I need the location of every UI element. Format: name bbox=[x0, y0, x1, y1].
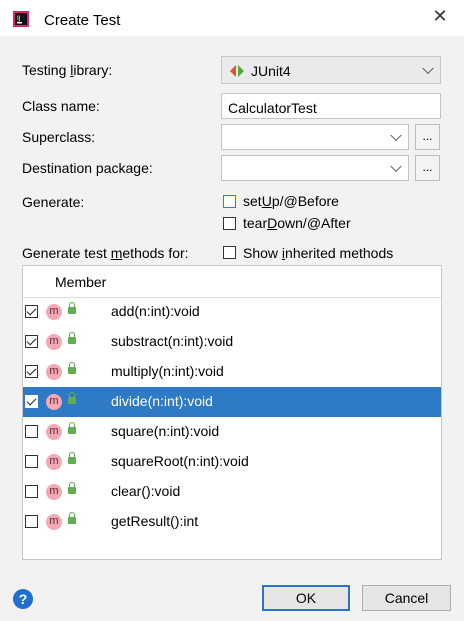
member-checkbox[interactable] bbox=[25, 335, 38, 348]
table-row[interactable]: m clear():void bbox=[23, 477, 441, 507]
method-icon: m bbox=[46, 514, 62, 530]
show-inherited-checkbox[interactable] bbox=[223, 246, 236, 259]
method-icon: m bbox=[46, 424, 62, 440]
destination-package-label: Destination package: bbox=[22, 160, 153, 176]
generate-label: Generate: bbox=[22, 194, 85, 210]
public-lock-icon bbox=[68, 362, 76, 374]
cancel-button[interactable]: Cancel bbox=[362, 585, 451, 611]
public-lock-icon bbox=[68, 452, 76, 464]
public-lock-icon bbox=[68, 302, 76, 314]
teardown-checkbox[interactable] bbox=[223, 217, 236, 230]
member-checkbox[interactable] bbox=[25, 395, 38, 408]
method-icon: m bbox=[46, 454, 62, 470]
member-name: multiply(n:int):void bbox=[111, 363, 224, 379]
superclass-combo[interactable] bbox=[221, 124, 409, 150]
method-icon: m bbox=[46, 304, 62, 320]
generate-methods-label: Generate test methods for: bbox=[22, 245, 189, 261]
member-name: squareRoot(n:int):void bbox=[111, 453, 249, 469]
intellij-app-icon: IJ bbox=[13, 11, 29, 27]
chevron-down-icon bbox=[390, 160, 402, 173]
member-name: divide(n:int):void bbox=[111, 393, 213, 409]
public-lock-icon bbox=[68, 422, 76, 434]
close-icon[interactable]: ✕ bbox=[427, 4, 453, 28]
table-row[interactable]: m multiply(n:int):void bbox=[23, 357, 441, 387]
method-icon: m bbox=[46, 484, 62, 500]
member-name: square(n:int):void bbox=[111, 423, 220, 439]
members-table[interactable]: Member m add(n:int):void m substract(n:int)… bbox=[22, 265, 442, 560]
public-lock-icon bbox=[68, 392, 76, 404]
table-row[interactable]: m square(n:int):void bbox=[23, 417, 441, 447]
table-row[interactable]: m substract(n:int):void bbox=[23, 327, 441, 357]
member-checkbox[interactable] bbox=[25, 425, 38, 438]
method-icon: m bbox=[46, 394, 62, 410]
chevron-down-icon bbox=[422, 62, 434, 75]
setup-checkbox[interactable] bbox=[223, 195, 236, 208]
member-name: getResult():int bbox=[111, 513, 199, 529]
class-name-field[interactable]: CalculatorTest bbox=[221, 93, 441, 119]
destination-package-combo[interactable] bbox=[221, 155, 409, 181]
member-column-header[interactable]: Member bbox=[55, 274, 106, 290]
help-icon[interactable]: ? bbox=[13, 589, 33, 609]
public-lock-icon bbox=[68, 332, 76, 344]
member-checkbox[interactable] bbox=[25, 455, 38, 468]
show-inherited-label: Show inherited methods bbox=[243, 245, 394, 261]
member-name: substract(n:int):void bbox=[111, 333, 234, 349]
dialog-title: Create Test bbox=[44, 12, 121, 29]
class-name-label: Class name: bbox=[22, 98, 100, 114]
public-lock-icon bbox=[68, 482, 76, 494]
table-row[interactable]: m getResult():int bbox=[23, 507, 441, 537]
testing-library-label: Testing library: bbox=[22, 62, 113, 78]
member-checkbox[interactable] bbox=[25, 305, 38, 318]
superclass-label: Superclass: bbox=[22, 129, 96, 145]
testing-library-value: JUnit4 bbox=[251, 63, 291, 79]
member-checkbox[interactable] bbox=[25, 365, 38, 378]
testing-library-combo[interactable]: JUnit4 bbox=[221, 56, 441, 84]
member-name: add(n:int):void bbox=[111, 303, 200, 319]
table-row[interactable]: m squareRoot(n:int):void bbox=[23, 447, 441, 477]
svg-text:IJ: IJ bbox=[17, 15, 21, 22]
junit-icon bbox=[230, 65, 244, 77]
ok-button[interactable]: OK bbox=[262, 585, 350, 611]
superclass-browse-button[interactable]: ... bbox=[415, 124, 440, 150]
table-row[interactable]: m divide(n:int):void bbox=[23, 387, 441, 417]
member-checkbox[interactable] bbox=[25, 515, 38, 528]
table-header: Member bbox=[23, 266, 441, 298]
chevron-down-icon bbox=[390, 129, 402, 142]
member-name: clear():void bbox=[111, 483, 181, 499]
teardown-label: tearDown/@After bbox=[243, 215, 351, 231]
table-row[interactable]: m add(n:int):void bbox=[23, 297, 441, 327]
member-checkbox[interactable] bbox=[25, 485, 38, 498]
method-icon: m bbox=[46, 364, 62, 380]
public-lock-icon bbox=[68, 512, 76, 524]
setup-label: setUp/@Before bbox=[243, 193, 339, 209]
method-icon: m bbox=[46, 334, 62, 350]
destination-browse-button[interactable]: ... bbox=[415, 155, 440, 181]
